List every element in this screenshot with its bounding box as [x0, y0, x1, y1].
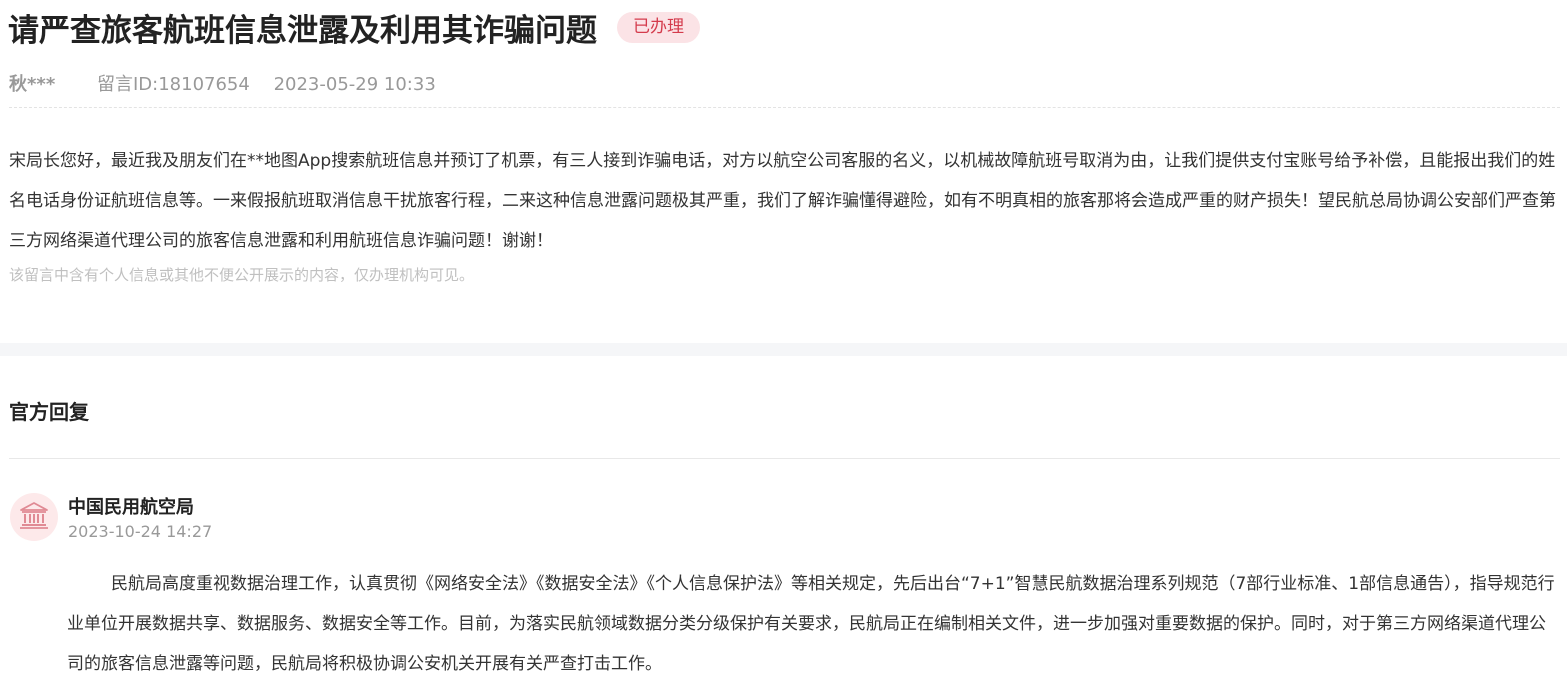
- message-id: 留言ID:18107654: [96, 74, 250, 95]
- author-name: 秋***: [9, 74, 56, 95]
- privacy-note: 该留言中含有个人信息或其他不便公开展示的内容，仅办理机构可见。: [9, 266, 475, 284]
- reply-org-name: 中国民用航空局: [68, 497, 194, 518]
- section-separator: [0, 343, 1567, 356]
- government-building-icon: [19, 501, 49, 533]
- divider: [9, 107, 1560, 108]
- reply-text: 民航局高度重视数据治理工作，认真贯彻《网络安全法》《数据安全法》《个人信息保护法…: [67, 574, 1555, 674]
- page-title: 请严查旅客航班信息泄露及利用其诈骗问题: [8, 12, 597, 49]
- status-badge: 已办理: [617, 11, 700, 43]
- message-page: 请严查旅客航班信息泄露及利用其诈骗问题 已办理 秋*** 留言ID:181076…: [0, 0, 1567, 680]
- message-text: 宋局长您好，最近我及朋友们在**地图App搜索航班信息并预订了机票，有三人接到诈…: [9, 151, 1556, 251]
- reply-time: 2023-10-24 14:27: [68, 522, 213, 541]
- message-content: 宋局长您好，最近我及朋友们在**地图App搜索航班信息并预订了机票，有三人接到诈…: [9, 141, 1564, 261]
- reply-heading: 官方回复: [9, 400, 89, 424]
- divider: [9, 458, 1560, 459]
- title-row: 请严查旅客航班信息泄露及利用其诈骗问题 已办理: [8, 5, 700, 49]
- avatar: [10, 493, 58, 541]
- message-time: 2023-05-29 10:33: [273, 74, 436, 95]
- reply-content: 民航局高度重视数据治理工作，认真贯彻《网络安全法》《数据安全法》《个人信息保护法…: [67, 564, 1562, 684]
- message-meta: 秋*** 留言ID:18107654 2023-05-29 10:33: [9, 70, 436, 96]
